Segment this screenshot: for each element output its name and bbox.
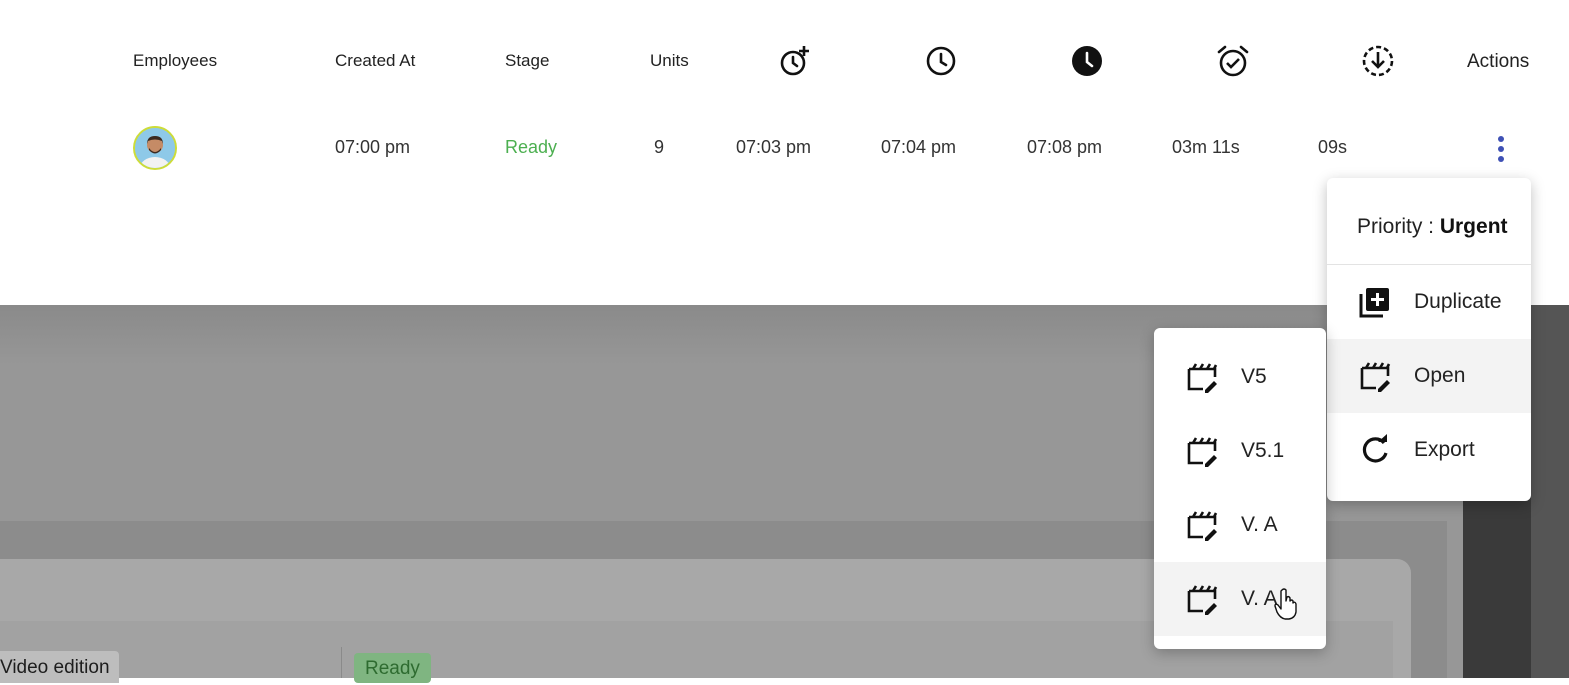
row-created-at: 07:00 pm (335, 137, 411, 157)
priority-label: Priority : (1357, 215, 1440, 238)
row-time-3: 07:08 pm (1027, 137, 1103, 157)
submenu-item-va-hovered[interactable]: V. A (1154, 562, 1326, 636)
menu-item-open[interactable]: Open (1327, 339, 1531, 413)
hand-cursor-icon (1274, 588, 1297, 620)
background-status-badge: Ready (354, 653, 431, 683)
menu-item-label: Export (1414, 438, 1475, 461)
movie-edit-icon (1187, 585, 1218, 615)
alarm-check-icon (1217, 45, 1249, 77)
open-version-submenu: V5 V5.1 V. A V. A (1154, 328, 1326, 649)
submenu-item-label: V. A (1241, 587, 1278, 610)
header-units: Units (650, 51, 689, 70)
more-actions-icon[interactable] (1489, 134, 1513, 164)
submenu-item-label: V5 (1241, 365, 1267, 388)
menu-item-label: Open (1414, 364, 1466, 387)
menu-item-duplicate[interactable]: Duplicate (1327, 265, 1531, 339)
movie-edit-icon (1187, 511, 1218, 541)
library-add-icon (1359, 288, 1389, 318)
backdrop-edge-inner (1531, 305, 1569, 678)
clock-filled-icon (1072, 46, 1102, 76)
alarm-add-icon (780, 46, 809, 76)
menu-item-label: Duplicate (1414, 290, 1502, 313)
menu-item-export[interactable]: Export (1327, 413, 1531, 487)
employee-avatar[interactable] (133, 126, 177, 170)
refresh-icon (1362, 434, 1388, 463)
row-time-1: 07:03 pm (736, 137, 812, 157)
clock-outline-icon (926, 46, 956, 76)
header-created-at: Created At (335, 51, 416, 70)
header-stage: Stage (505, 51, 550, 70)
movie-edit-icon (1187, 363, 1218, 393)
priority-indicator: Priority : Urgent (1327, 178, 1531, 265)
row-stage-status: Ready (505, 137, 558, 157)
submenu-item-v5[interactable]: V5 (1154, 340, 1326, 414)
submenu-item-label: V5.1 (1241, 439, 1285, 462)
submenu-item-v5-1[interactable]: V5.1 (1154, 414, 1326, 488)
submenu-item-label: V. A (1241, 513, 1278, 536)
header-actions: Actions (1467, 51, 1530, 72)
row-units: 9 (654, 137, 665, 157)
download-circle-icon (1362, 45, 1394, 77)
priority-value: Urgent (1439, 215, 1508, 238)
row-duration-1: 03m 11s (1172, 137, 1240, 157)
submenu-item-va[interactable]: V. A (1154, 488, 1326, 562)
header-employees: Employees (133, 51, 218, 70)
row-duration-2: 09s (1318, 137, 1348, 157)
background-category-chip: Video edition (0, 651, 119, 683)
movie-edit-icon (1187, 437, 1218, 467)
movie-edit-icon (1360, 362, 1391, 392)
background-divider (341, 647, 342, 678)
row-time-2: 07:04 pm (881, 137, 957, 157)
actions-menu: Priority : Urgent Duplicate Open Export (1327, 178, 1531, 501)
